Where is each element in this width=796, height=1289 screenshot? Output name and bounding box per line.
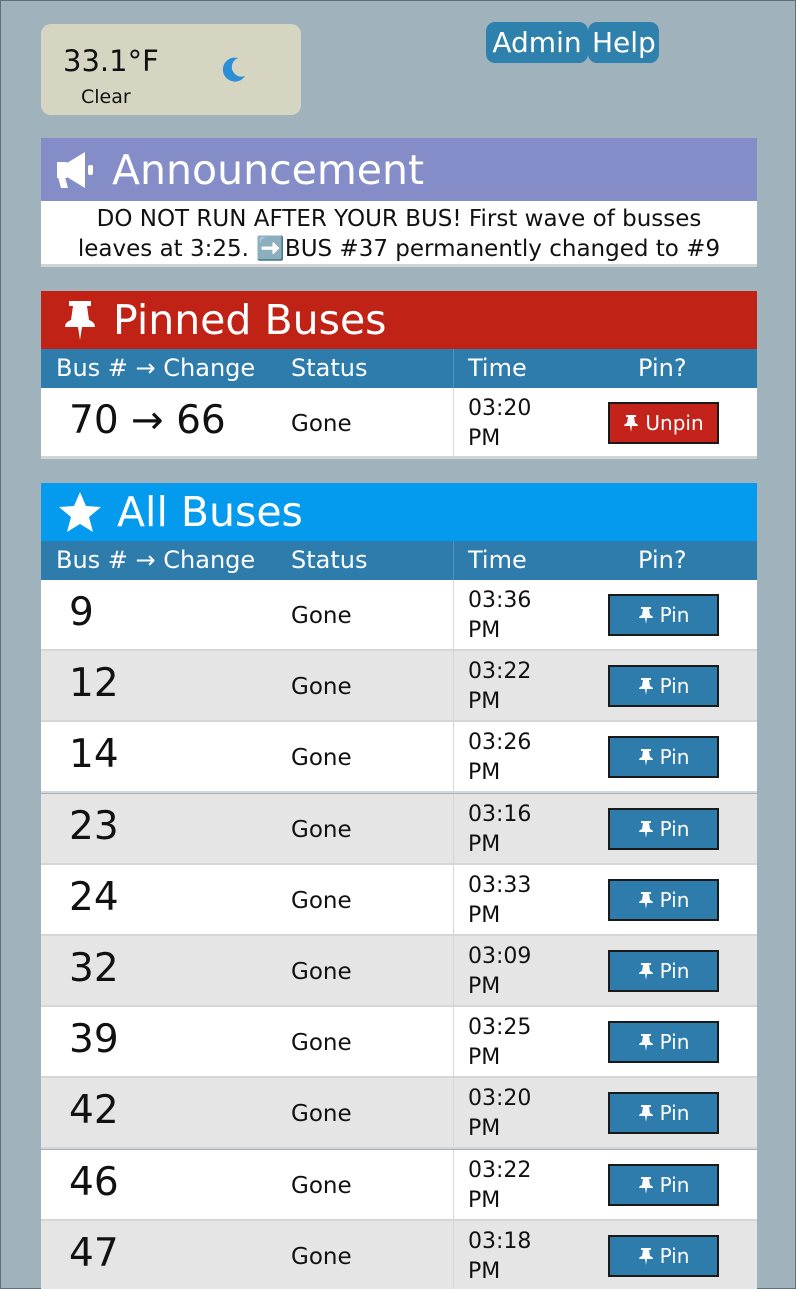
all-buses-header: All Buses bbox=[41, 483, 757, 541]
bus-status: Gone bbox=[291, 816, 352, 843]
temperature: 33.1°F bbox=[63, 44, 159, 78]
megaphone-icon bbox=[57, 151, 93, 188]
col-status: Status bbox=[291, 546, 368, 574]
pinned-buses-title: Pinned Buses bbox=[113, 296, 387, 344]
pinned-row: 70 → 66 Gone 03:20 PM Unpin bbox=[41, 388, 757, 459]
bus-status: Gone bbox=[291, 674, 352, 701]
bus-number: 23 bbox=[69, 803, 119, 849]
bus-status: Gone bbox=[291, 1172, 352, 1199]
all-table-header: Bus # → Change Status Time Pin? bbox=[41, 541, 757, 580]
bus-row: 42 Gone 03:20 PM Pin bbox=[41, 1078, 757, 1150]
col-time: Time bbox=[468, 546, 527, 574]
pushpin-icon bbox=[624, 415, 639, 432]
bus-status: Gone bbox=[291, 745, 352, 772]
pin-button[interactable]: Pin bbox=[608, 878, 719, 921]
bus-time: 03:26 PM bbox=[468, 730, 532, 786]
bus-time: 03:36 PM bbox=[468, 588, 532, 643]
bus-time: 03:16 PM bbox=[468, 801, 532, 857]
bus-time: 03:33 PM bbox=[468, 872, 532, 928]
announcement-line-1: DO NOT RUN AFTER YOUR BUS! First wave of… bbox=[96, 206, 702, 232]
pushpin-icon bbox=[65, 301, 95, 340]
bus-number: 9 bbox=[69, 590, 94, 635]
bus-number: 42 bbox=[69, 1088, 119, 1134]
col-status: Status bbox=[291, 354, 368, 382]
bus-number: 12 bbox=[69, 661, 119, 707]
pin-button[interactable]: Pin bbox=[608, 950, 719, 992]
bus-row: 32 Gone 03:09 PM Pin bbox=[41, 936, 757, 1007]
bus-row: 47 Gone 03:18 PM Pin bbox=[41, 1220, 757, 1289]
bus-number: 70 → 66 bbox=[69, 398, 226, 443]
pushpin-icon bbox=[638, 607, 653, 624]
pin-button[interactable]: Pin bbox=[608, 1021, 719, 1064]
bus-row: 24 Gone 03:33 PM Pin bbox=[41, 864, 757, 936]
pin-button[interactable]: Pin bbox=[608, 665, 719, 708]
bus-number: 24 bbox=[69, 874, 119, 920]
bus-status: Gone bbox=[291, 887, 352, 914]
bus-time: 03:22 PM bbox=[468, 1157, 532, 1213]
bus-status: Gone bbox=[291, 411, 352, 437]
unpin-button[interactable]: Unpin bbox=[608, 402, 719, 444]
pinned-table-header: Bus # → Change Status Time Pin? bbox=[41, 349, 757, 388]
bus-status: Gone bbox=[291, 1030, 352, 1057]
bus-number: 32 bbox=[69, 946, 119, 991]
bus-number: 46 bbox=[69, 1159, 119, 1205]
bus-row: 12 Gone 03:22 PM Pin bbox=[41, 651, 757, 723]
bus-time: 03:20 PM bbox=[468, 396, 532, 451]
pin-button[interactable]: Pin bbox=[608, 594, 719, 636]
announcement-line-2: leaves at 3:25. ➡️BUS #37 permanently ch… bbox=[77, 236, 721, 262]
bus-status: Gone bbox=[291, 1101, 352, 1128]
bus-number: 14 bbox=[69, 732, 119, 778]
pushpin-icon bbox=[638, 678, 653, 696]
col-pin: Pin? bbox=[638, 546, 687, 574]
bus-time: 03:20 PM bbox=[468, 1086, 532, 1142]
bus-row: 9 Gone 03:36 PM Pin bbox=[41, 580, 757, 651]
col-bus: Bus # → Change bbox=[56, 546, 256, 574]
all-buses-title: All Buses bbox=[117, 488, 303, 536]
pin-button[interactable]: Pin bbox=[608, 807, 719, 850]
announcement-header: Announcement bbox=[41, 138, 757, 201]
pushpin-icon bbox=[638, 1034, 653, 1052]
bus-row: 23 Gone 03:16 PM Pin bbox=[41, 793, 757, 865]
help-button[interactable]: Help bbox=[588, 22, 659, 63]
bus-status: Gone bbox=[291, 603, 352, 629]
bus-status: Gone bbox=[291, 959, 352, 985]
pushpin-icon bbox=[638, 1105, 653, 1123]
pushpin-icon bbox=[638, 749, 653, 767]
weather-widget: 33.1°F Clear bbox=[41, 24, 301, 115]
weather-condition: Clear bbox=[81, 86, 131, 108]
bus-row: 46 Gone 03:22 PM Pin bbox=[41, 1149, 757, 1221]
bus-time: 03:09 PM bbox=[468, 944, 532, 999]
announcement-body: DO NOT RUN AFTER YOUR BUS! First wave of… bbox=[41, 201, 757, 267]
bus-number: 47 bbox=[69, 1230, 119, 1276]
bus-time: 03:18 PM bbox=[468, 1228, 532, 1284]
col-time: Time bbox=[468, 354, 527, 382]
pin-button[interactable]: Pin bbox=[608, 1234, 719, 1277]
bus-number: 39 bbox=[69, 1017, 119, 1063]
col-pin: Pin? bbox=[638, 354, 687, 382]
pin-button[interactable]: Pin bbox=[608, 1092, 719, 1135]
pushpin-icon bbox=[638, 963, 653, 980]
announcement-title: Announcement bbox=[112, 145, 425, 194]
bus-row: 39 Gone 03:25 PM Pin bbox=[41, 1007, 757, 1079]
pin-button[interactable]: Pin bbox=[608, 1163, 719, 1206]
pushpin-icon bbox=[638, 891, 653, 909]
top-nav: Admin Help bbox=[486, 22, 659, 63]
bus-time: 03:25 PM bbox=[468, 1015, 532, 1071]
pushpin-icon bbox=[638, 1176, 653, 1194]
pushpin-icon bbox=[638, 1247, 653, 1265]
star-icon bbox=[59, 492, 101, 532]
bus-status: Gone bbox=[291, 1243, 352, 1270]
bus-time: 03:22 PM bbox=[468, 659, 532, 715]
bus-row: 14 Gone 03:26 PM Pin bbox=[41, 722, 757, 794]
pin-button[interactable]: Pin bbox=[608, 736, 719, 779]
col-bus: Bus # → Change bbox=[56, 354, 256, 382]
pinned-buses-header: Pinned Buses bbox=[41, 291, 757, 349]
pushpin-icon bbox=[638, 820, 653, 838]
admin-button[interactable]: Admin bbox=[486, 22, 588, 63]
moon-icon bbox=[222, 57, 245, 82]
